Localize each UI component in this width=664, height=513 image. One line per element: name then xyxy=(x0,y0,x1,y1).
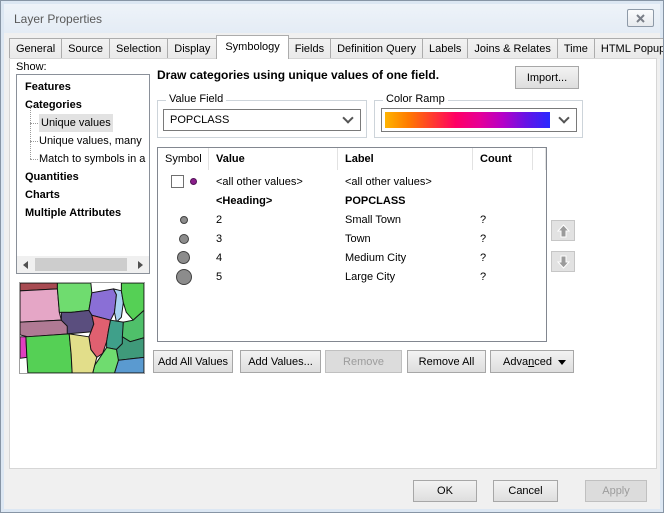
tab-time[interactable]: Time xyxy=(557,38,595,59)
tab-definition-query[interactable]: Definition Query xyxy=(330,38,423,59)
symbol-cell xyxy=(158,234,209,244)
table-row[interactable]: 3 Town ? xyxy=(158,229,546,248)
graduated-dot-icon xyxy=(177,251,190,264)
all-other-values-checkbox[interactable] xyxy=(171,175,184,188)
tab-display[interactable]: Display xyxy=(167,38,217,59)
close-button[interactable] xyxy=(627,9,654,27)
advanced-button[interactable]: Advanced xyxy=(490,350,574,373)
tab-html-popup[interactable]: HTML Popup xyxy=(594,38,664,59)
ok-button[interactable]: OK xyxy=(413,480,477,502)
color-ramp-group: Color Ramp xyxy=(374,100,583,138)
tab-general[interactable]: General xyxy=(9,38,62,59)
symbology-tab-page: Show: Features Categories Unique values … xyxy=(9,58,657,469)
graduated-dot-icon xyxy=(176,269,192,285)
symbol-cell xyxy=(158,216,209,224)
scrollbar-thumb[interactable] xyxy=(35,258,127,271)
remove-all-button[interactable]: Remove All xyxy=(407,350,486,373)
symbol-cell xyxy=(158,269,209,285)
add-all-values-button[interactable]: Add All Values xyxy=(153,350,233,373)
table-row[interactable]: 2 Small Town ? xyxy=(158,210,546,229)
layer-properties-dialog: Layer Properties General Source Selectio… xyxy=(0,0,664,513)
scroll-right-arrow-icon[interactable] xyxy=(132,256,149,273)
map-preview xyxy=(19,282,145,374)
column-value: Value xyxy=(209,148,338,170)
chevron-down-icon xyxy=(558,112,569,123)
tree-item-categories[interactable]: Categories xyxy=(17,96,149,114)
all-other-values-symbol-icon xyxy=(190,178,197,185)
table-row[interactable]: 5 Large City ? xyxy=(158,267,546,286)
unique-values-table: Symbol Value Label Count <all other valu… xyxy=(157,147,547,342)
cancel-button[interactable]: Cancel xyxy=(493,480,558,502)
tab-source[interactable]: Source xyxy=(61,38,110,59)
chevron-down-icon xyxy=(342,112,353,123)
tree-connector xyxy=(25,132,39,150)
tree-item-features[interactable]: Features xyxy=(17,78,149,96)
arrow-up-icon xyxy=(557,224,570,238)
graduated-dot-icon xyxy=(179,234,189,244)
tab-selection[interactable]: Selection xyxy=(109,38,168,59)
graduated-dot-icon xyxy=(180,216,188,224)
tab-strip: General Source Selection Display Symbolo… xyxy=(9,35,664,59)
apply-button: Apply xyxy=(585,480,647,502)
tab-fields[interactable]: Fields xyxy=(288,38,331,59)
column-label: Label xyxy=(338,148,473,170)
arrow-down-icon xyxy=(557,255,570,269)
color-ramp-group-label: Color Ramp xyxy=(383,93,448,105)
show-label: Show: xyxy=(16,61,47,73)
tree-item-unique-values-many[interactable]: Unique values, many xyxy=(17,132,149,150)
symbol-cell xyxy=(158,175,209,188)
move-up-button[interactable] xyxy=(551,220,575,241)
tree-item-multiple-attributes[interactable]: Multiple Attributes xyxy=(17,204,149,222)
value-field-group: Value Field POPCLASS xyxy=(157,100,367,138)
symbol-cell xyxy=(158,251,209,264)
tree-connector xyxy=(25,150,39,168)
table-row[interactable]: 4 Medium City ? xyxy=(158,248,546,267)
method-description: Draw categories using unique values of o… xyxy=(157,68,439,82)
value-field-dropdown[interactable]: POPCLASS xyxy=(163,109,361,131)
remove-button: Remove xyxy=(325,350,402,373)
table-row[interactable]: <Heading> POPCLASS xyxy=(158,191,546,210)
window-title: Layer Properties xyxy=(14,12,102,26)
tree-item-match-to-symbols[interactable]: Match to symbols in a xyxy=(17,150,149,168)
tree-item-charts[interactable]: Charts xyxy=(17,186,149,204)
value-field-selected: POPCLASS xyxy=(170,114,229,126)
add-values-button[interactable]: Add Values... xyxy=(240,350,321,373)
move-down-button[interactable] xyxy=(551,251,575,272)
show-tree: Features Categories Unique values Unique… xyxy=(16,74,150,274)
tree-item-unique-values[interactable]: Unique values xyxy=(17,114,149,132)
tree-item-quantities[interactable]: Quantities xyxy=(17,168,149,186)
scroll-left-arrow-icon[interactable] xyxy=(17,256,34,273)
tree-connector xyxy=(25,114,39,132)
close-icon xyxy=(636,14,645,23)
column-filler xyxy=(533,148,546,170)
dropdown-caret-icon xyxy=(558,360,566,365)
column-count: Count xyxy=(473,148,533,170)
column-symbol: Symbol xyxy=(158,148,209,170)
table-row[interactable]: <all other values> <all other values> xyxy=(158,172,546,191)
color-ramp-gradient xyxy=(385,112,550,128)
table-header: Symbol Value Label Count xyxy=(158,148,546,170)
tab-labels[interactable]: Labels xyxy=(422,38,468,59)
color-ramp-dropdown[interactable] xyxy=(381,108,577,132)
tree-horizontal-scrollbar[interactable] xyxy=(17,256,149,273)
titlebar: Layer Properties xyxy=(4,4,660,33)
value-field-group-label: Value Field xyxy=(166,93,226,105)
import-button[interactable]: Import... xyxy=(515,66,579,89)
tab-joins-relates[interactable]: Joins & Relates xyxy=(467,38,557,59)
tab-symbology[interactable]: Symbology xyxy=(216,35,288,59)
